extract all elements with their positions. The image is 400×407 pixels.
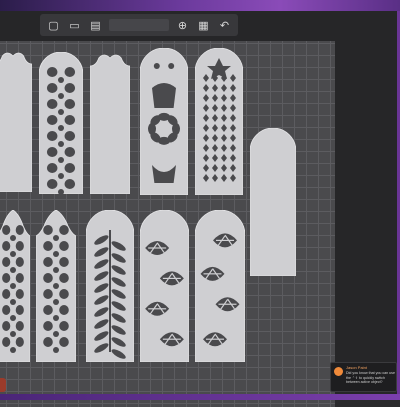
tip-body: Did you know that you can use the ⌃⇧ to …	[346, 371, 395, 384]
bookmark-paisley-column[interactable]	[39, 52, 83, 194]
undo-icon[interactable]: ↶	[217, 18, 232, 33]
app-logo	[0, 378, 6, 392]
tip-title: Jason Paint	[346, 365, 367, 370]
window-title-bar	[0, 0, 400, 11]
bookmark-plain-rounded[interactable]	[250, 128, 296, 276]
top-toolbar: ▢ ▭ ▤ ⊕ ▦ ↶	[40, 14, 238, 36]
status-bar	[0, 394, 400, 400]
zoom-icon[interactable]: ⊕	[175, 18, 190, 33]
bookmark-monstera-2[interactable]	[195, 210, 245, 362]
bookmark-monstera-1[interactable]	[140, 210, 189, 362]
cursor-icon[interactable]: ▢	[46, 18, 61, 33]
bookmark-scallop-blank[interactable]	[90, 52, 130, 194]
toolbar-title-field[interactable]	[109, 19, 169, 31]
bookmark-filigree-left[interactable]	[0, 210, 30, 362]
bookmark-arch-scallop-left[interactable]	[0, 50, 32, 192]
tip-notification[interactable]: Jason Paint Did you know that you can us…	[330, 362, 397, 392]
layers-icon[interactable]: ▤	[88, 18, 103, 33]
bookmark-fern-leaf[interactable]	[86, 210, 134, 362]
grid-icon[interactable]: ▦	[196, 18, 211, 33]
bookmark-ornate-dome[interactable]	[140, 48, 188, 195]
bookmark-star-lace[interactable]	[195, 48, 243, 195]
bookmark-filigree-center[interactable]	[36, 210, 76, 362]
avatar	[334, 367, 343, 376]
file-icon[interactable]: ▭	[67, 18, 82, 33]
